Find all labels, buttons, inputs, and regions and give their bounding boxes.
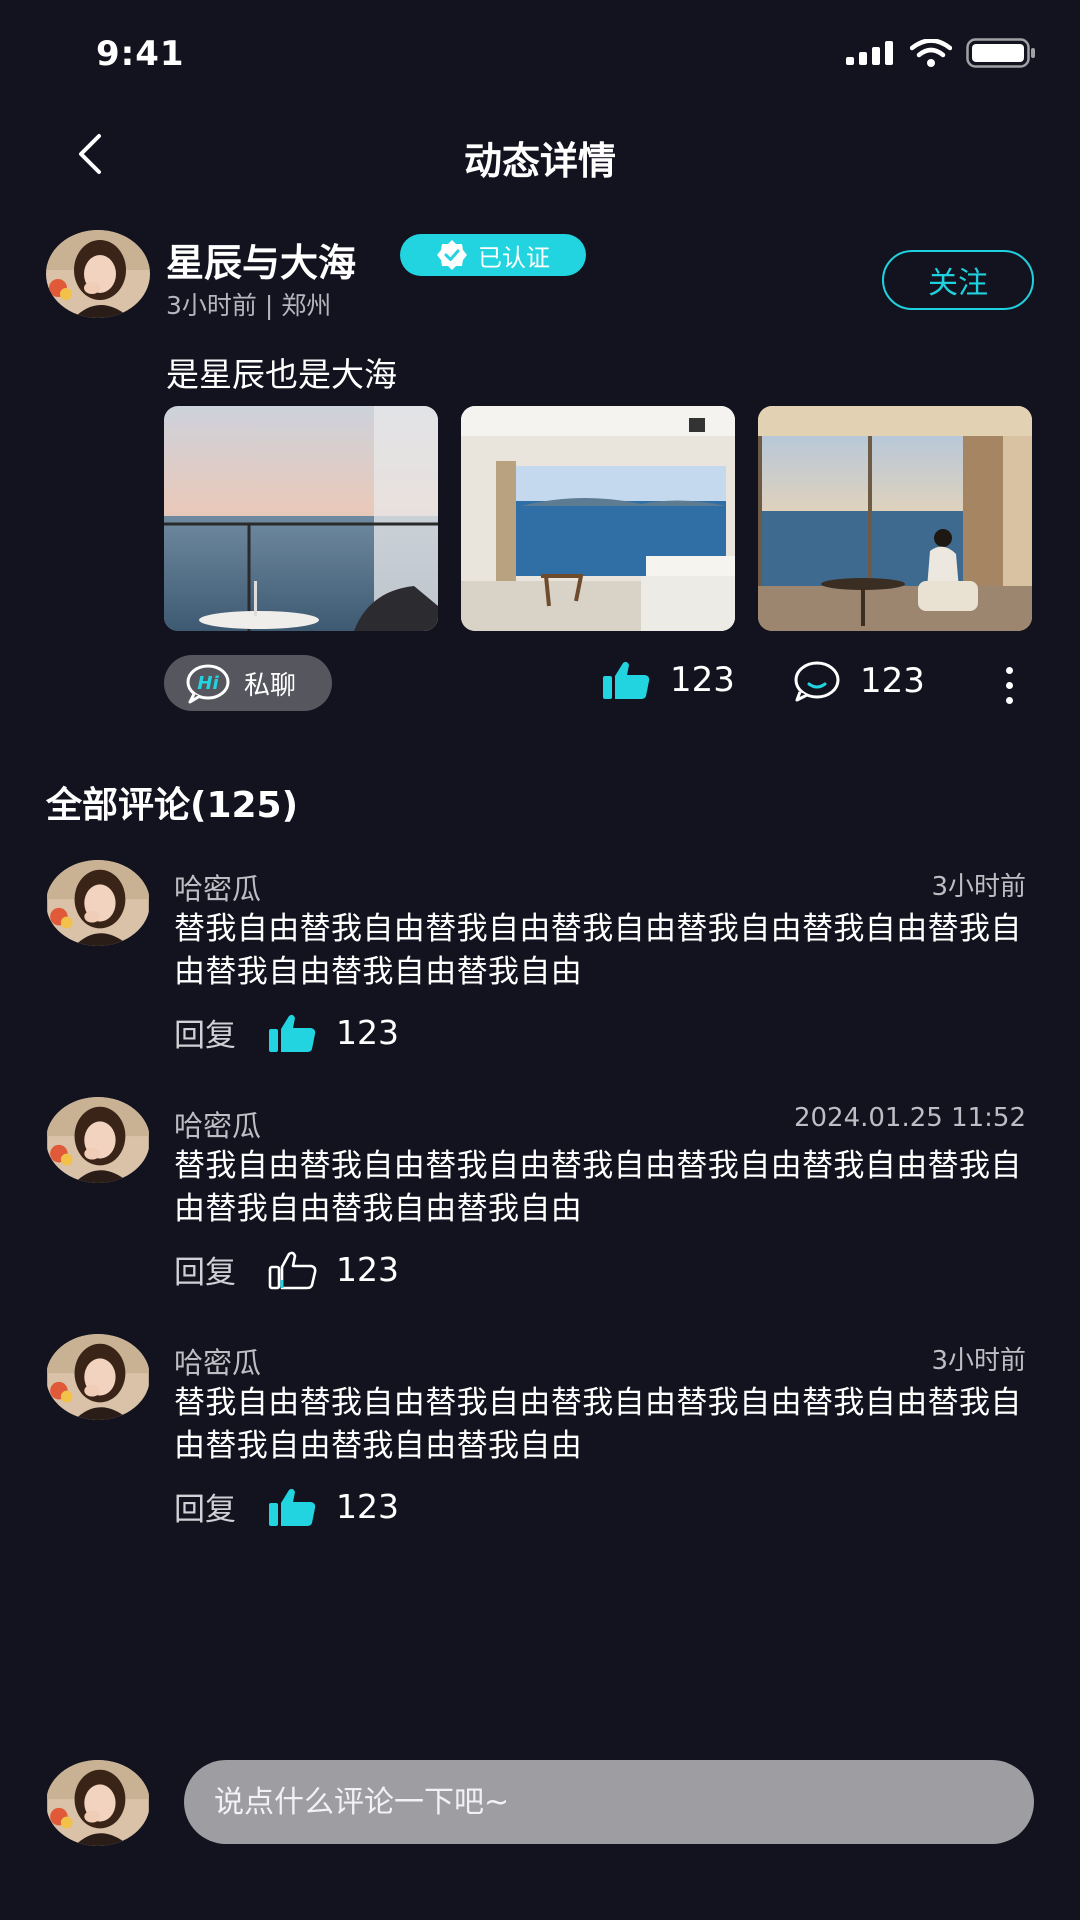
comment-avatar[interactable]: [46, 860, 150, 946]
post-meta: 3小时前 | 郑州: [166, 291, 332, 320]
author-avatar[interactable]: [46, 230, 150, 318]
reply-button[interactable]: 回复: [174, 1247, 236, 1292]
post-comment-button[interactable]: 123: [792, 660, 925, 702]
comment-actions: 回复 123: [174, 1247, 399, 1292]
comment-time: 3小时前: [931, 1346, 1026, 1376]
comment-text: 替我自由替我自由替我自由替我自由替我自由替我自由替我自由替我自由替我自由替我自由: [174, 911, 1022, 990]
verified-badge: 已认证: [400, 234, 586, 276]
comment-item: 哈密瓜 2024.01.25 11:52 替我自由替我自由替我自由替我自由替我自…: [0, 1097, 1080, 1327]
comment-like-button[interactable]: 123: [268, 1250, 399, 1290]
private-chat-label: 私聊: [244, 670, 297, 701]
comment-time: 3小时前: [931, 872, 1026, 902]
verified-icon: [437, 240, 467, 270]
follow-button[interactable]: 关注: [882, 250, 1034, 310]
nav-bar: 动态详情: [0, 110, 1080, 200]
verified-label: 已认证: [478, 243, 550, 272]
status-time: 9:41: [96, 34, 185, 74]
comment-like-count: 123: [336, 1013, 399, 1052]
comment-actions: 回复 123: [174, 1484, 399, 1529]
thumbs-up-icon: [602, 660, 652, 700]
thumbs-up-icon: [268, 1487, 318, 1527]
wifi-icon: [910, 39, 952, 67]
author-name[interactable]: 星辰与大海: [166, 232, 356, 287]
status-bar: 9:41: [0, 0, 1080, 110]
post-images: [164, 406, 1032, 631]
post-image-balcony[interactable]: [164, 406, 438, 631]
comments-heading: 全部评论(125): [46, 785, 299, 826]
comment-actions: 回复 123: [174, 1010, 399, 1055]
post-image-room[interactable]: [461, 406, 735, 631]
post-image-window-view[interactable]: [758, 406, 1032, 631]
comment-item: 哈密瓜 3小时前 替我自由替我自由替我自由替我自由替我自由替我自由替我自由替我自…: [0, 860, 1080, 1090]
comment-input[interactable]: [184, 1760, 1034, 1844]
thumbs-up-icon: [268, 1013, 318, 1053]
post-like-button[interactable]: 123: [602, 660, 735, 700]
reply-button[interactable]: 回复: [174, 1484, 236, 1529]
comment-like-button[interactable]: 123: [268, 1013, 399, 1053]
svg-text:Hi: Hi: [197, 673, 219, 694]
thumbs-up-outline-icon: [268, 1250, 318, 1290]
signal-icon: [846, 41, 893, 65]
comment-icon: [794, 661, 840, 702]
page-title: 动态详情: [463, 139, 616, 183]
comment-author[interactable]: 哈密瓜: [174, 1340, 261, 1382]
post-comment-count: 123: [860, 661, 925, 701]
comment-text: 替我自由替我自由替我自由替我自由替我自由替我自由替我自由替我自由替我自由替我自由: [174, 1385, 1022, 1464]
post-like-count: 123: [670, 660, 735, 700]
comment-like-count: 123: [336, 1250, 399, 1289]
comment-like-button[interactable]: 123: [268, 1487, 399, 1527]
more-button[interactable]: [994, 660, 1024, 710]
comment-author[interactable]: 哈密瓜: [174, 1103, 261, 1145]
comment-author[interactable]: 哈密瓜: [174, 866, 261, 908]
private-chat-button[interactable]: Hi 私聊: [164, 655, 332, 711]
more-icon: [1005, 666, 1013, 674]
comment-avatar[interactable]: [46, 1334, 150, 1420]
comment-item: 哈密瓜 3小时前 替我自由替我自由替我自由替我自由替我自由替我自由替我自由替我自…: [0, 1334, 1080, 1564]
comment-time: 2024.01.25 11:52: [793, 1103, 1026, 1133]
reply-button[interactable]: 回复: [174, 1010, 236, 1055]
comment-text: 替我自由替我自由替我自由替我自由替我自由替我自由替我自由替我自由替我自由替我自由: [174, 1148, 1022, 1227]
status-icons: [846, 38, 1036, 68]
post-text: 是星辰也是大海: [166, 355, 397, 394]
hi-chat-icon: Hi: [186, 664, 230, 704]
composer-avatar: [46, 1760, 150, 1846]
comment-like-count: 123: [336, 1487, 399, 1526]
comment-avatar[interactable]: [46, 1097, 150, 1183]
battery-icon: [966, 38, 1035, 68]
